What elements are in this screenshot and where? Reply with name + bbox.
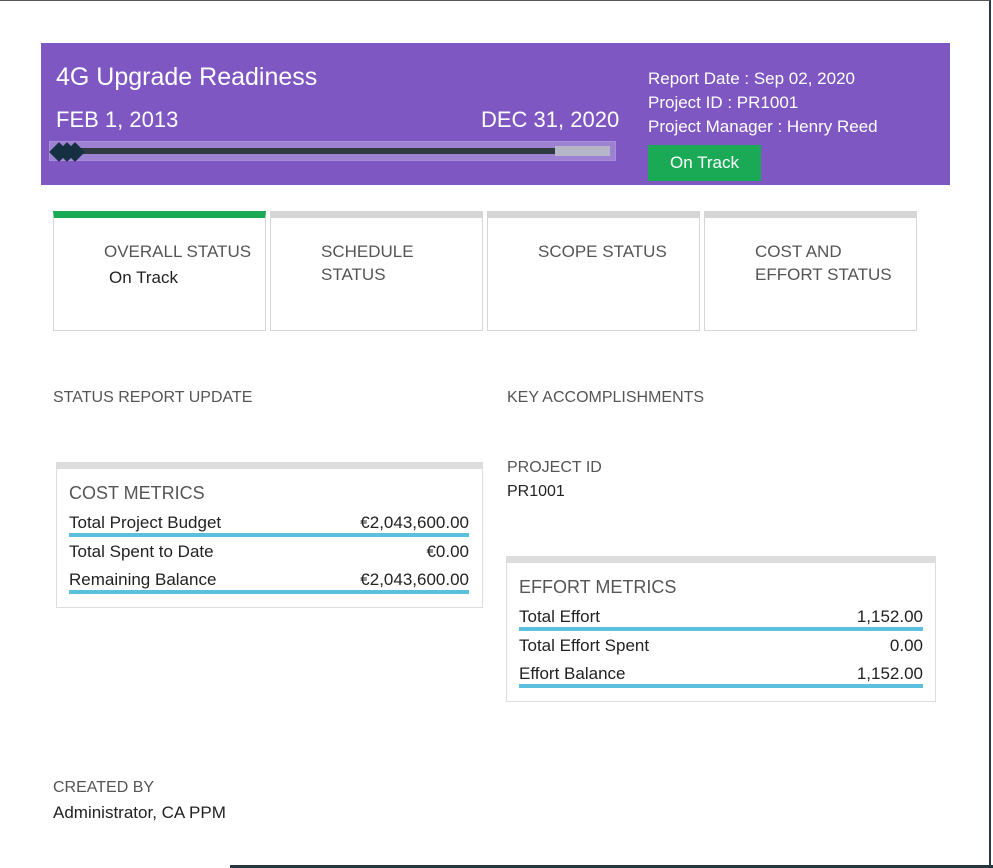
end-date: DEC 31, 2020: [481, 107, 620, 132]
metric-row: Total Spent to Date €0.00: [69, 542, 469, 566]
card-schedule-status: SCHEDULE STATUS: [270, 211, 483, 331]
metric-label: Remaining Balance: [69, 570, 217, 589]
project-title: 4G Upgrade Readiness: [56, 63, 318, 91]
metric-value: €2,043,600.00: [360, 570, 469, 589]
key-accomplishments-heading: KEY ACCOMPLISHMENTS: [507, 389, 705, 406]
card-label: SCHEDULE STATUS: [321, 242, 414, 284]
created-by-value: Administrator, CA PPM: [53, 803, 226, 822]
start-date: FEB 1, 2013: [56, 107, 179, 132]
report-info: Report Date : Sep 02, 2020 Project ID : …: [648, 67, 878, 139]
metric-row: Total Effort 1,152.00: [519, 607, 923, 631]
metric-value: 0.00: [889, 636, 923, 655]
metric-row: Total Project Budget €2,043,600.00: [69, 513, 469, 537]
card-label: COST AND EFFORT STATUS: [755, 242, 892, 284]
project-header: 4G Upgrade Readiness FEB 1, 2013 DEC 31,…: [41, 43, 950, 185]
cost-metrics-title: COST METRICS: [69, 483, 205, 503]
created-by-label: CREATED BY: [53, 779, 155, 796]
metric-row: Remaining Balance €2,043,600.00: [69, 570, 469, 594]
status-badge: On Track: [648, 145, 761, 181]
metric-value: 1,152.00: [856, 607, 923, 626]
timeline-remaining: [555, 146, 610, 156]
card-label: SCOPE STATUS: [538, 242, 667, 261]
project-id-value: PR1001: [507, 483, 565, 500]
metric-label: Total Effort: [519, 607, 600, 626]
metric-label: Total Effort Spent: [519, 636, 650, 655]
status-report-heading: STATUS REPORT UPDATE: [53, 389, 253, 406]
project-id-label: PROJECT ID: [507, 459, 602, 476]
metric-row: Effort Balance 1,152.00: [519, 664, 923, 688]
card-cost-effort-status: COST AND EFFORT STATUS: [704, 211, 917, 331]
project-id: Project ID : PR1001: [648, 93, 799, 112]
metric-label: Effort Balance: [519, 664, 626, 683]
metric-row: Total Effort Spent 0.00: [519, 636, 923, 660]
effort-metrics-title: EFFORT METRICS: [519, 577, 677, 597]
cost-metrics-panel: COST METRICS Total Project Budget €2,043,…: [56, 462, 483, 608]
timeline-progress: [62, 148, 556, 154]
project-manager: Project Manager : Henry Reed: [648, 117, 878, 136]
card-overall-status: OVERALL STATUS On Track: [53, 211, 266, 331]
metric-value: €0.00: [426, 542, 469, 561]
card-scope-status: SCOPE STATUS: [487, 211, 700, 331]
metric-value: 1,152.00: [856, 664, 923, 683]
timeline-bar: [49, 141, 616, 162]
metric-label: Total Project Budget: [69, 513, 222, 532]
report-date: Report Date : Sep 02, 2020: [648, 69, 855, 88]
metric-label: Total Spent to Date: [69, 542, 214, 561]
effort-metrics-panel: EFFORT METRICS Total Effort 1,152.00 Tota…: [506, 556, 936, 702]
card-label: OVERALL STATUS: [104, 242, 252, 261]
card-value: On Track: [109, 268, 178, 287]
metric-value: €2,043,600.00: [360, 513, 469, 532]
